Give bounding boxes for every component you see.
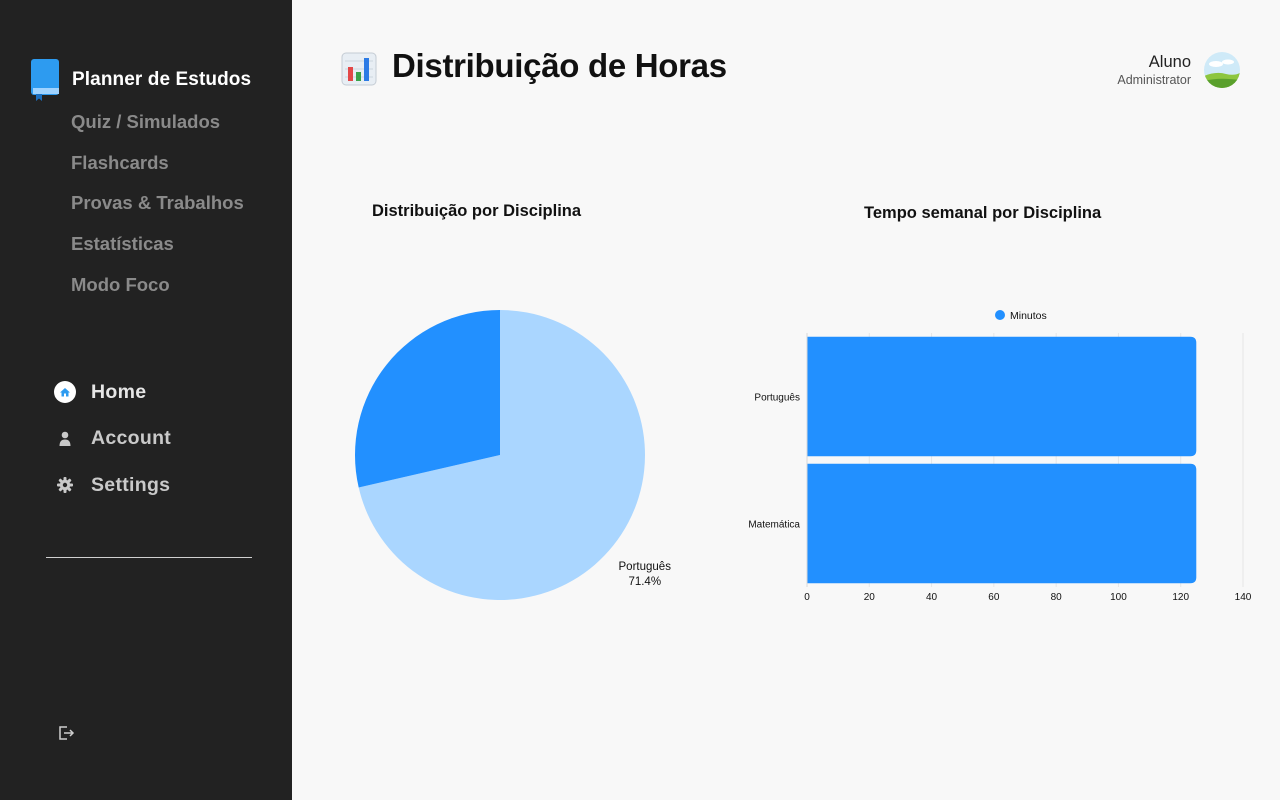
x-tick-label: 20 — [864, 592, 876, 603]
user-icon — [54, 428, 76, 450]
menu-link-flashcards[interactable]: Flashcards — [71, 151, 244, 192]
pie-label-percent: 71.4% — [628, 576, 661, 588]
user-role: Administrator — [1117, 73, 1191, 87]
nav-label-home: Home — [91, 380, 147, 403]
user-profile[interactable]: Aluno Administrator — [1117, 52, 1240, 88]
menu-link-estatisticas[interactable]: Estatísticas — [71, 232, 244, 273]
pie-label-percent: 28.6% — [339, 300, 372, 303]
menu-link-quiz[interactable]: Quiz / Simulados — [71, 110, 244, 151]
nav-label-settings: Settings — [91, 473, 171, 496]
x-tick-label: 120 — [1172, 592, 1189, 603]
brand-title: Planner de Estudos — [72, 69, 252, 90]
legend-label[interactable]: Minutos — [1010, 310, 1047, 322]
sidebar-divider — [46, 557, 252, 558]
x-tick-label: 0 — [804, 592, 810, 603]
x-tick-label: 140 — [1235, 592, 1252, 603]
avatar[interactable] — [1204, 52, 1240, 88]
y-category-label: Português — [754, 393, 800, 404]
pie-chart-title: Distribuição por Disciplina — [372, 202, 582, 220]
user-text: Aluno Administrator — [1117, 53, 1191, 87]
bar-chart-title: Tempo semanal por Disciplina — [864, 204, 1102, 222]
book-icon — [30, 58, 62, 102]
page-title: Distribuição de Horas — [392, 47, 727, 84]
legend-marker[interactable] — [995, 310, 1005, 320]
bar[interactable] — [807, 463, 1197, 584]
main-nav: Home Account Settings — [54, 369, 171, 509]
y-category-label: Matemática — [748, 520, 800, 531]
x-tick-label: 60 — [988, 592, 1000, 603]
bar[interactable] — [807, 336, 1197, 457]
x-tick-label: 40 — [926, 592, 938, 603]
brand[interactable]: Planner de Estudos — [30, 58, 251, 102]
pie-label-category: Português — [619, 561, 672, 573]
gear-icon — [54, 474, 76, 496]
nav-item-account[interactable]: Account — [54, 416, 171, 463]
logout-icon[interactable] — [56, 723, 76, 743]
home-icon — [54, 381, 76, 404]
menu-links: Quiz / Simulados Flashcards Provas & Tra… — [71, 110, 244, 313]
nav-item-settings[interactable]: Settings — [54, 462, 171, 509]
bar-chart-emoji-icon — [341, 52, 377, 86]
nav-item-home[interactable]: Home — [54, 369, 171, 416]
nav-label-account: Account — [91, 427, 172, 450]
user-name: Aluno — [1148, 53, 1191, 71]
x-tick-label: 100 — [1110, 592, 1127, 603]
sidebar: Planner de Estudos Quiz / Simulados Flas… — [0, 0, 292, 800]
menu-link-provas[interactable]: Provas & Trabalhos — [71, 191, 244, 232]
menu-link-modo-foco[interactable]: Modo Foco — [71, 273, 244, 314]
pie-chart: Português71.4%Matemática28.6% — [339, 300, 672, 600]
x-tick-label: 80 — [1051, 592, 1063, 603]
bar-chart: 0 20 40 60 80 100 120 140 Português Matemática Min… — [748, 310, 1252, 603]
